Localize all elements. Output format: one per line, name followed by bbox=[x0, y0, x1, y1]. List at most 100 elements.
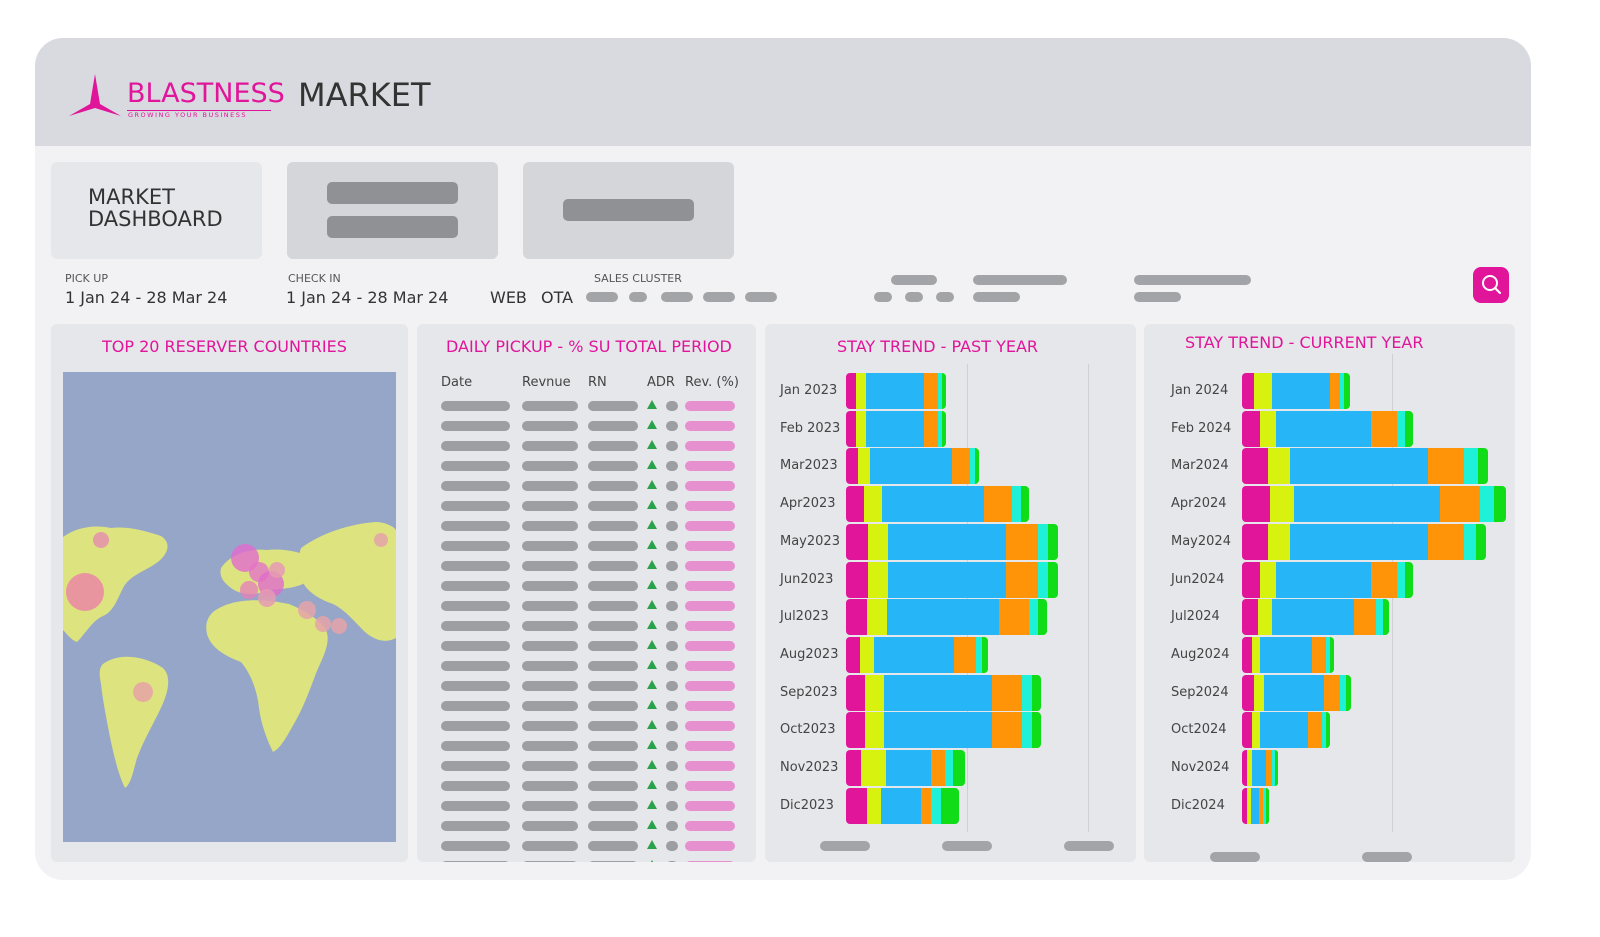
bar-segment bbox=[1266, 787, 1269, 824]
table-row[interactable] bbox=[417, 599, 756, 613]
page-title: MARKET bbox=[298, 76, 431, 114]
cell-revenue bbox=[522, 501, 578, 511]
bar-segment bbox=[887, 599, 999, 636]
placeholder-card[interactable] bbox=[287, 162, 498, 259]
month-label: Dic2024 bbox=[1171, 797, 1225, 813]
bar-segment bbox=[952, 448, 970, 485]
pickup-panel: DAILY PICKUP - % SU TOTAL PERIOD Date Re… bbox=[417, 324, 756, 862]
col-header-adr: ADR bbox=[647, 375, 675, 390]
brand-tagline: GROWING YOUR BUSINESS bbox=[128, 111, 248, 119]
table-row[interactable] bbox=[417, 739, 756, 753]
table-row[interactable] bbox=[417, 779, 756, 793]
bar-segment bbox=[1048, 523, 1058, 560]
table-row[interactable] bbox=[417, 559, 756, 573]
table-row[interactable] bbox=[417, 579, 756, 593]
table-row[interactable] bbox=[417, 519, 756, 533]
month-label: Sep2023 bbox=[780, 684, 838, 700]
bar-segment bbox=[846, 561, 868, 598]
table-row[interactable] bbox=[417, 659, 756, 673]
bar-segment bbox=[1290, 523, 1428, 560]
table-row[interactable] bbox=[417, 419, 756, 433]
adr-up-icon bbox=[647, 680, 657, 689]
checkin-value[interactable]: 1 Jan 24 - 28 Mar 24 bbox=[286, 288, 448, 307]
table-row[interactable] bbox=[417, 439, 756, 453]
table-row[interactable] bbox=[417, 479, 756, 493]
cell-rn bbox=[588, 581, 638, 591]
table-row[interactable] bbox=[417, 759, 756, 773]
cell-date bbox=[441, 741, 510, 751]
adr-up-icon bbox=[647, 860, 657, 862]
table-row[interactable] bbox=[417, 819, 756, 833]
cell-adr bbox=[666, 841, 678, 851]
filter-option[interactable] bbox=[973, 292, 1020, 302]
month-label: Jun2024 bbox=[1171, 571, 1225, 587]
table-row[interactable] bbox=[417, 499, 756, 513]
filter-option[interactable] bbox=[745, 292, 777, 302]
cell-rev-pct bbox=[685, 601, 735, 611]
bar-segment bbox=[1260, 561, 1276, 598]
world-map[interactable] bbox=[63, 372, 396, 842]
bar-segment bbox=[846, 750, 861, 786]
filter-option[interactable] bbox=[1134, 292, 1181, 302]
country-bubble bbox=[93, 532, 109, 548]
chart-scroll-pill[interactable] bbox=[1362, 852, 1412, 862]
col-header-revenue: Revnue bbox=[522, 375, 571, 390]
table-row[interactable] bbox=[417, 459, 756, 473]
bar-segment bbox=[884, 712, 992, 749]
month-label: Mar2024 bbox=[1171, 458, 1229, 474]
continent-africa bbox=[206, 600, 328, 752]
filter-option[interactable] bbox=[661, 292, 693, 302]
table-row[interactable] bbox=[417, 679, 756, 693]
table-row[interactable] bbox=[417, 719, 756, 733]
cell-rev-pct bbox=[685, 561, 735, 571]
table-row[interactable] bbox=[417, 619, 756, 633]
bar-segment bbox=[856, 410, 866, 447]
month-label: Apr2024 bbox=[1171, 496, 1227, 512]
month-label: Jun2023 bbox=[780, 571, 834, 587]
placeholder-card[interactable] bbox=[523, 162, 734, 259]
col-header-date: Date bbox=[441, 375, 473, 390]
bar-segment bbox=[846, 787, 867, 824]
table-row[interactable] bbox=[417, 539, 756, 553]
past-trend-title: STAY TREND - PAST YEAR bbox=[837, 337, 1039, 356]
bar-segment bbox=[866, 373, 924, 409]
chart-scroll-pill[interactable] bbox=[1064, 841, 1114, 851]
pickup-panel-title: DAILY PICKUP - % SU TOTAL PERIOD bbox=[446, 337, 732, 356]
bar-segment bbox=[846, 486, 864, 523]
cell-rev-pct bbox=[685, 481, 735, 491]
bar-segment bbox=[1012, 486, 1021, 523]
adr-up-icon bbox=[647, 660, 657, 669]
adr-up-icon bbox=[647, 440, 657, 449]
pickup-value[interactable]: 1 Jan 24 - 28 Mar 24 bbox=[65, 288, 227, 307]
cell-rn bbox=[588, 501, 638, 511]
table-row[interactable] bbox=[417, 839, 756, 853]
cell-adr bbox=[666, 781, 678, 791]
table-row[interactable] bbox=[417, 639, 756, 653]
bar-segment bbox=[1371, 561, 1397, 598]
filter-option[interactable] bbox=[936, 292, 954, 302]
table-row[interactable] bbox=[417, 799, 756, 813]
channel-ota[interactable]: OTA bbox=[541, 288, 573, 307]
chart-scroll-pill[interactable] bbox=[1210, 852, 1260, 862]
filter-option[interactable] bbox=[629, 292, 647, 302]
brand-name: BLASTNESS bbox=[127, 78, 285, 109]
bar-segment bbox=[1383, 599, 1389, 636]
filter-option[interactable] bbox=[703, 292, 735, 302]
table-row[interactable] bbox=[417, 399, 756, 413]
filter-option[interactable] bbox=[874, 292, 892, 302]
bar-segment bbox=[1346, 674, 1351, 711]
channel-web[interactable]: WEB bbox=[490, 288, 527, 307]
dashboard-title-line1: MARKET bbox=[88, 185, 175, 209]
chart-scroll-pill[interactable] bbox=[942, 841, 992, 851]
bar-segment bbox=[1260, 712, 1308, 749]
search-button[interactable] bbox=[1473, 267, 1509, 303]
filter-option[interactable] bbox=[905, 292, 923, 302]
bar-segment bbox=[874, 636, 954, 673]
filter-option[interactable] bbox=[586, 292, 618, 302]
bar-segment bbox=[1397, 561, 1405, 598]
cell-date bbox=[441, 441, 510, 451]
table-row[interactable] bbox=[417, 699, 756, 713]
bar-segment bbox=[865, 712, 884, 749]
table-row[interactable] bbox=[417, 859, 756, 862]
chart-scroll-pill[interactable] bbox=[820, 841, 870, 851]
